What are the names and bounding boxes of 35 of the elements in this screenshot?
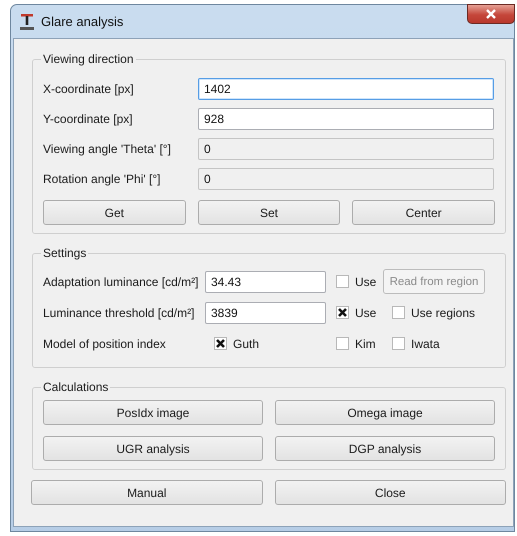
field-label: Adaptation luminance [cd/m²] bbox=[43, 274, 200, 288]
logo-icon bbox=[19, 12, 35, 30]
close-button[interactable] bbox=[467, 4, 515, 24]
input-field[interactable]: 928 bbox=[198, 108, 494, 130]
checkbox[interactable]: Guth bbox=[205, 336, 327, 350]
checkbox[interactable]: Use regions bbox=[383, 306, 485, 320]
group-title: Settings bbox=[42, 246, 88, 260]
push-button[interactable]: Close bbox=[274, 480, 506, 505]
checkbox[interactable]: Use bbox=[327, 306, 383, 320]
input-field[interactable]: 3839 bbox=[205, 302, 326, 324]
cross-mark-icon bbox=[215, 338, 226, 349]
group-title: Calculations bbox=[42, 380, 110, 394]
input-field[interactable]: 34.43 bbox=[205, 270, 326, 292]
push-button[interactable]: Get bbox=[43, 200, 186, 225]
checkbox[interactable]: Use bbox=[327, 274, 383, 288]
field-label: X-coordinate [px] bbox=[43, 82, 135, 96]
close-icon bbox=[485, 9, 497, 19]
cross-mark-icon bbox=[337, 307, 348, 318]
field-label: Rotation angle 'Phi' [°] bbox=[43, 172, 162, 186]
push-button[interactable]: Center bbox=[352, 200, 495, 225]
push-button[interactable]: DGP analysis bbox=[275, 436, 495, 461]
push-button[interactable]: Manual bbox=[31, 480, 262, 505]
group-title: Viewing direction bbox=[42, 52, 134, 66]
push-button[interactable]: Set bbox=[198, 200, 340, 225]
push-button[interactable]: Omega image bbox=[275, 400, 495, 425]
field-label: Y-coordinate [px] bbox=[43, 112, 134, 126]
field-label: Viewing angle 'Theta' [°] bbox=[43, 142, 172, 156]
window-title: Glare analysis bbox=[41, 14, 124, 29]
checkbox[interactable]: Kim bbox=[327, 336, 383, 350]
push-button[interactable]: PosIdx image bbox=[43, 400, 263, 425]
field-label: Model of position index bbox=[43, 336, 167, 350]
input-field[interactable]: 1402 bbox=[198, 78, 494, 100]
field-label: Luminance threshold [cd/m²] bbox=[43, 306, 196, 320]
push-button[interactable]: UGR analysis bbox=[43, 436, 263, 461]
checkbox[interactable]: Iwata bbox=[383, 336, 485, 350]
